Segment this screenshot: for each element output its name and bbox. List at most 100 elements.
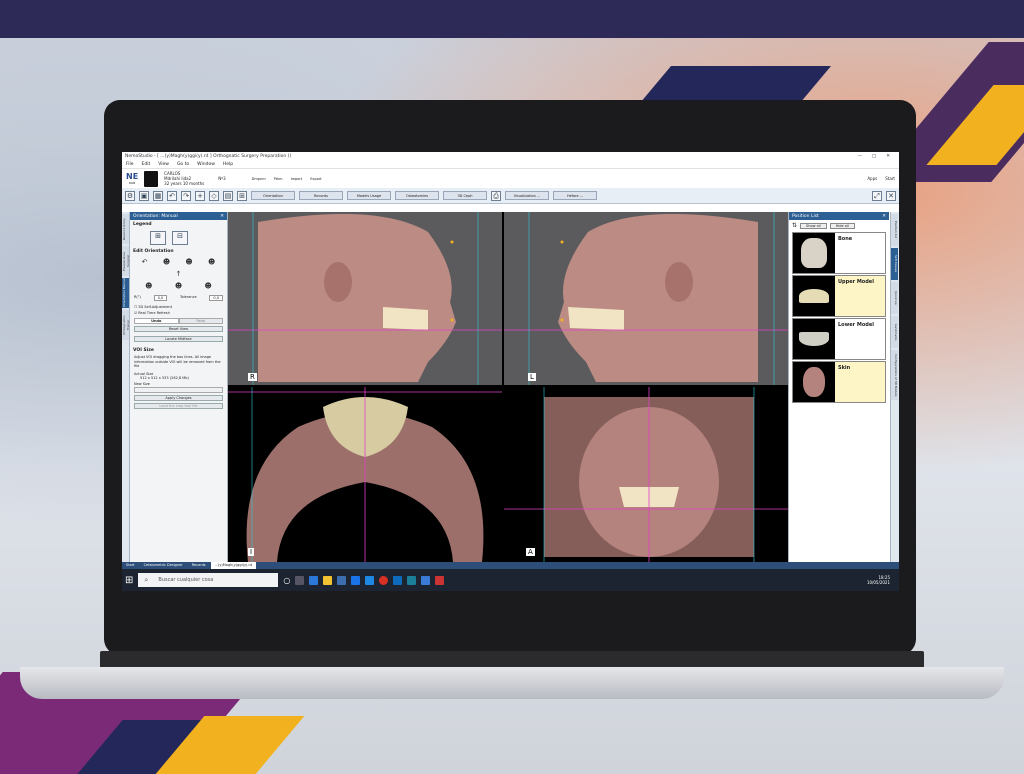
layout-icon[interactable]: ▦ bbox=[153, 190, 163, 201]
app-icon-1[interactable] bbox=[407, 575, 417, 585]
model-skin[interactable]: Skin bbox=[792, 361, 886, 403]
rotate-left-icon[interactable]: ↶ bbox=[142, 258, 148, 266]
doc-tab-start[interactable]: Start bbox=[122, 562, 139, 569]
arrow-up-icon[interactable]: ↑ bbox=[176, 270, 182, 278]
show-all-button[interactable]: Show all bbox=[800, 222, 827, 229]
viewport-right[interactable]: R bbox=[228, 212, 502, 385]
head-tilt-icon[interactable]: ☻ bbox=[204, 282, 211, 290]
close-button[interactable]: ✕ bbox=[886, 154, 890, 159]
tab-position-list[interactable]: Position list bbox=[891, 214, 898, 246]
legend-icons: ⊞ ⊟ bbox=[130, 229, 227, 247]
hide-all-button[interactable]: Hide all bbox=[829, 222, 855, 229]
tab-preoperative[interactable]: Preoperative Surgical bbox=[122, 246, 130, 276]
word-icon[interactable] bbox=[393, 575, 403, 585]
models-usage-button[interactable]: Models Usage bbox=[347, 191, 391, 200]
sort-icon[interactable]: ⇅ bbox=[792, 222, 797, 229]
tab-soft-tissues[interactable]: Soft tissues bbox=[891, 248, 898, 280]
mail-icon[interactable] bbox=[351, 575, 361, 585]
tab-orthognathic-trainer[interactable]: Orthognathic Trainer bbox=[122, 310, 130, 340]
crosshair-icon[interactable]: + bbox=[195, 190, 205, 201]
panel-close-icon[interactable]: ✕ bbox=[220, 214, 224, 219]
field-tol-value[interactable]: 0,0 bbox=[209, 295, 223, 301]
menu-view[interactable]: View bbox=[158, 162, 169, 167]
cortana-icon[interactable]: ○ bbox=[283, 576, 290, 585]
tab-3d-models-config[interactable]: Configurations of 3D Models bbox=[891, 350, 898, 400]
head-profile-right-icon[interactable]: ☻ bbox=[208, 258, 215, 266]
ptkm-button[interactable]: Ptkm bbox=[274, 177, 283, 181]
close-panel-icon[interactable]: ✕ bbox=[886, 190, 896, 201]
expand-icon[interactable]: ⤢ bbox=[872, 190, 882, 201]
orientation-row-2: ↑ bbox=[130, 268, 227, 280]
viewport-inferior[interactable]: I bbox=[228, 387, 502, 562]
menu-window[interactable]: Window bbox=[197, 162, 215, 167]
image-icon[interactable]: ▤ bbox=[223, 190, 233, 201]
orientation-button[interactable]: Orientation bbox=[251, 191, 295, 200]
export-button[interactable]: Export bbox=[310, 177, 321, 181]
skype-icon[interactable] bbox=[365, 575, 375, 585]
undo-tab[interactable]: Undo bbox=[134, 318, 179, 324]
teeth-icon[interactable]: ◇ bbox=[209, 190, 219, 201]
orientation-panel-header: Orientation: Manual ✕ bbox=[130, 212, 227, 220]
reset-view-button[interactable]: Reset View bbox=[134, 326, 223, 332]
ceph-3d-button[interactable]: 3D Ceph bbox=[443, 191, 487, 200]
locate-midface-button[interactable]: Locate Midface bbox=[134, 336, 223, 342]
redo-tab[interactable]: Redo bbox=[178, 318, 223, 324]
system-tray[interactable]: 18:25 10/05/2021 bbox=[867, 575, 896, 585]
save-icon[interactable]: ▣ bbox=[139, 190, 149, 201]
doc-tab-ceph-designer[interactable]: Cefalometric Designer bbox=[139, 562, 187, 569]
model-lower[interactable]: Lower Model bbox=[792, 318, 886, 360]
head-profile-icon[interactable]: ☻ bbox=[163, 258, 170, 266]
menu-help[interactable]: Help bbox=[223, 162, 233, 167]
crop-tool-button[interactable]: Load the crop tool file bbox=[134, 402, 223, 409]
realtime-check[interactable]: ☑ Real Time Refresh bbox=[130, 310, 227, 316]
grid-icon[interactable]: ⊞ bbox=[237, 190, 247, 201]
position-close-icon[interactable]: ✕ bbox=[882, 214, 886, 219]
explorer-icon[interactable] bbox=[323, 575, 333, 585]
viewport-anterior-render bbox=[504, 387, 788, 562]
model-bone[interactable]: Bone bbox=[792, 232, 886, 274]
doc-tab-records[interactable]: Records bbox=[187, 562, 210, 569]
redo-icon[interactable]: ↷ bbox=[181, 190, 191, 201]
legend-grid-alt-icon[interactable]: ⊟ bbox=[172, 231, 188, 245]
taskbar-search[interactable]: ⌕ Buscar cualquier cosa bbox=[138, 573, 279, 587]
start-button[interactable]: Start bbox=[885, 176, 895, 181]
visualization-button[interactable]: Visualization ... bbox=[505, 191, 549, 200]
apply-changes-button[interactable]: Apply Changes bbox=[134, 394, 223, 401]
acrobat-icon[interactable] bbox=[435, 575, 445, 585]
head-back-icon[interactable]: ☻ bbox=[145, 282, 152, 290]
osteotomies-button[interactable]: Osteotomies bbox=[395, 191, 439, 200]
doc-tab-current[interactable]: ...(y)Magh(y)ggi(y).nt bbox=[210, 562, 257, 569]
tab-orientation-manual[interactable]: Orientation Manual bbox=[122, 278, 129, 308]
menu-edit[interactable]: Edit bbox=[142, 162, 151, 167]
app-icon-2[interactable] bbox=[421, 575, 431, 585]
menu-goto[interactable]: Go to bbox=[177, 162, 189, 167]
viewport-anterior[interactable]: A bbox=[504, 387, 788, 562]
tools-icon[interactable]: ⚙ bbox=[125, 190, 135, 201]
chrome-icon[interactable] bbox=[379, 575, 389, 585]
legend-grid-icon[interactable]: ⊞ bbox=[150, 231, 166, 245]
head-front-icon[interactable]: ☻ bbox=[185, 258, 192, 266]
new-size-field[interactable] bbox=[134, 386, 223, 393]
print-icon[interactable]: ⎙ bbox=[491, 190, 501, 201]
hefore-button[interactable]: Hefore ... bbox=[553, 191, 597, 200]
task-view-icon[interactable] bbox=[295, 575, 305, 585]
undo-icon[interactable]: ↶ bbox=[167, 190, 177, 201]
field-r-value[interactable]: 0,0 bbox=[153, 295, 168, 301]
apps-button[interactable]: Apps bbox=[867, 176, 877, 181]
dmpnm-button[interactable]: Dmpnm bbox=[252, 177, 266, 181]
edge-icon[interactable] bbox=[309, 575, 319, 585]
import-button[interactable]: Import bbox=[291, 177, 303, 181]
viewport-left[interactable]: L bbox=[504, 212, 788, 385]
tab-quick-go[interactable]: Quick Go bbox=[891, 282, 898, 314]
windows-start-icon[interactable]: ⊞ bbox=[125, 575, 133, 586]
model-upper[interactable]: Upper Model bbox=[792, 275, 886, 317]
maximize-button[interactable]: □ bbox=[872, 154, 876, 159]
tab-landmarks[interactable]: Landmarks bbox=[891, 316, 898, 348]
records-button[interactable]: Records bbox=[299, 191, 343, 200]
store-icon[interactable] bbox=[337, 575, 347, 585]
app-badge[interactable]: NE ROB bbox=[126, 172, 138, 185]
head-top-icon[interactable]: ☻ bbox=[175, 282, 182, 290]
minimize-button[interactable]: — bbox=[857, 154, 862, 159]
menu-file[interactable]: File bbox=[126, 162, 134, 167]
tab-record-library[interactable]: Record Library bbox=[122, 214, 129, 244]
